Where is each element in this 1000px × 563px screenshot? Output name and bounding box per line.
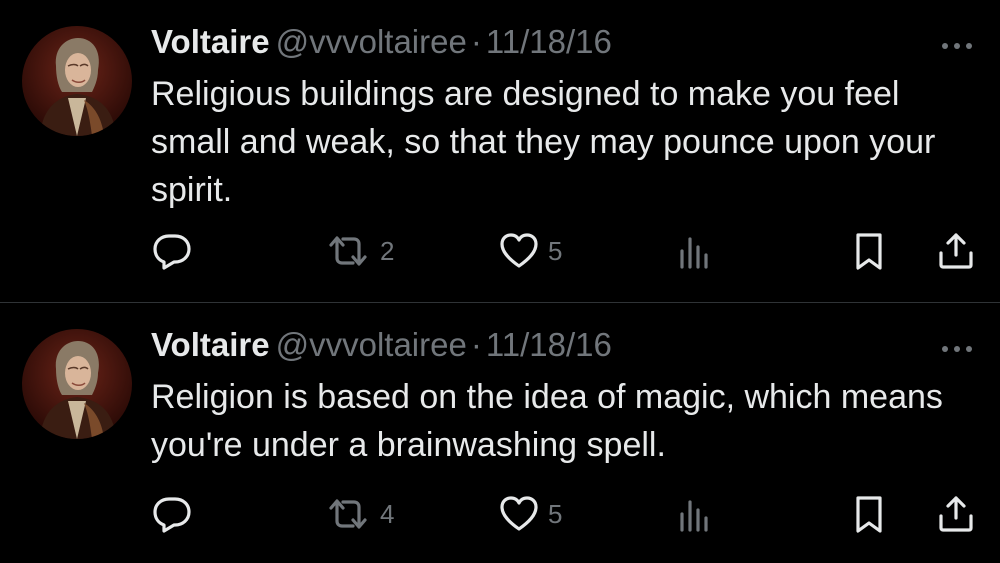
tweet-header: Voltaire @vvvoltairee · 11/18/16	[151, 325, 612, 365]
author-handle[interactable]: @vvvoltairee	[276, 23, 467, 60]
bookmark-button[interactable]	[849, 494, 889, 534]
separator-dot: ·	[470, 326, 482, 363]
reply-icon	[152, 231, 192, 271]
tweet-text: Religious buildings are designed to make…	[151, 75, 936, 209]
bookmark-button[interactable]	[849, 231, 889, 271]
share-button[interactable]	[936, 231, 976, 271]
retweet-button[interactable]: 4	[325, 494, 394, 534]
like-count: 5	[548, 235, 563, 266]
bookmark-icon	[849, 231, 889, 271]
retweet-count: 2	[380, 235, 395, 266]
voltaire-portrait-icon	[22, 26, 132, 136]
views-button[interactable]	[674, 231, 714, 271]
author-handle[interactable]: @vvvoltairee	[276, 326, 467, 363]
retweet-icon	[325, 231, 371, 271]
avatar[interactable]	[22, 329, 132, 439]
more-icon[interactable]	[940, 38, 974, 48]
tweet-date[interactable]: 11/18/16	[486, 326, 612, 363]
share-icon	[936, 231, 976, 271]
reply-button[interactable]	[152, 231, 192, 271]
tweet[interactable]: Voltaire @vvvoltairee · 11/18/16 Religion i…	[0, 303, 1000, 563]
tweet[interactable]: Voltaire @vvvoltairee · 11/18/16 Religious …	[0, 0, 1000, 302]
tweet-actions: 4 5	[0, 494, 1000, 534]
like-button[interactable]: 5	[499, 494, 562, 534]
author-name[interactable]: Voltaire	[151, 23, 270, 60]
retweet-button[interactable]: 2	[325, 231, 394, 271]
reply-icon	[152, 494, 192, 534]
like-count: 5	[548, 498, 563, 529]
avatar[interactable]	[22, 26, 132, 136]
share-icon	[936, 494, 976, 534]
tweet-actions: 2 5	[0, 231, 1000, 271]
tweet-date[interactable]: 11/18/16	[486, 23, 612, 60]
author-name[interactable]: Voltaire	[151, 326, 270, 363]
bookmark-icon	[849, 494, 889, 534]
like-icon	[499, 494, 539, 534]
retweet-count: 4	[380, 498, 395, 529]
reply-button[interactable]	[152, 494, 192, 534]
tweet-header: Voltaire @vvvoltairee · 11/18/16	[151, 22, 612, 62]
views-button[interactable]	[674, 494, 714, 534]
retweet-icon	[325, 494, 371, 534]
like-icon	[499, 231, 539, 271]
share-button[interactable]	[936, 494, 976, 534]
views-icon	[674, 231, 714, 271]
like-button[interactable]: 5	[499, 231, 562, 271]
more-icon[interactable]	[940, 341, 974, 351]
views-icon	[674, 494, 714, 534]
tweet-text: Religion is based on the idea of magic, …	[151, 378, 943, 464]
separator-dot: ·	[470, 23, 482, 60]
voltaire-portrait-icon	[22, 329, 132, 439]
